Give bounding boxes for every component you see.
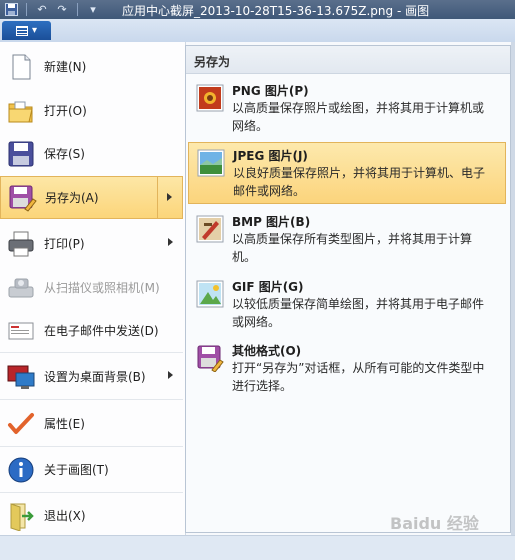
- app-menu-icon: [15, 25, 28, 36]
- menu-divider: [0, 446, 183, 447]
- menu-item-label: 设置为桌面背景(B): [44, 370, 146, 384]
- submenu-item-title: BMP 图片(B): [232, 215, 311, 229]
- ribbon-strip: [0, 19, 515, 43]
- scrollbar[interactable]: [511, 42, 515, 535]
- menu-item-exit[interactable]: 退出(X): [0, 494, 183, 537]
- save-as-other-formats[interactable]: 其他格式(O) 打开“另存为”对话框，从所有可能的文件类型中进行选择。: [188, 338, 506, 398]
- menu-item-label: 属性(E): [44, 417, 85, 431]
- menu-item-save-as[interactable]: 另存为(A): [0, 176, 183, 219]
- submenu-item-title: 其他格式(O): [232, 344, 302, 358]
- redo-icon[interactable]: ↷: [55, 3, 69, 17]
- submenu-item-description: 以高质量保存照片或绘图，并将其用于计算机或网络。: [232, 101, 485, 133]
- menu-item-properties[interactable]: 属性(E): [0, 402, 183, 445]
- menu-item-label: 退出(X): [44, 509, 86, 523]
- submenu-item-title: GIF 图片(G): [232, 280, 304, 294]
- printer-icon: [6, 229, 36, 259]
- save-as-jpeg[interactable]: JPEG 图片(J) 以良好质量保存照片，并将其用于计算机、电子邮件或网络。: [188, 142, 506, 204]
- scanner-icon: [6, 273, 36, 303]
- title-bar: ↶ ↷ ▾ 应用中心截屏_2013-10-28T15-36-13.675Z.pn…: [0, 0, 515, 19]
- bmp-image-icon: [196, 215, 224, 243]
- quick-access-toolbar: ↶ ↷ ▾: [4, 2, 100, 17]
- window-title: 应用中心截屏_2013-10-28T15-36-13.675Z.png - 画图: [122, 4, 430, 18]
- info-icon: [6, 455, 36, 485]
- undo-icon[interactable]: ↶: [35, 3, 49, 17]
- png-image-icon: [196, 84, 224, 112]
- customize-toolbar-icon[interactable]: ▾: [86, 3, 100, 17]
- menu-item-label: 在电子邮件中发送(D): [44, 324, 159, 338]
- exit-icon: [6, 501, 36, 532]
- menu-item-about[interactable]: 关于画图(T): [0, 448, 183, 491]
- submenu-title: 另存为: [194, 55, 231, 69]
- menu-item-email[interactable]: 在电子邮件中发送(D): [0, 309, 183, 352]
- submenu-item-title: JPEG 图片(J): [233, 149, 308, 163]
- desktop-icon: [6, 362, 36, 392]
- checkmark-icon: [6, 409, 36, 439]
- save-as-gif[interactable]: GIF 图片(G) 以较低质量保存简单绘图，并将其用于电子邮件或网络。: [188, 274, 506, 334]
- other-formats-icon: [196, 344, 224, 373]
- save-floppy-icon: [6, 139, 36, 169]
- application-menu: 新建(N) 打开(O) 保存(S) 另存为(A) 打印(P) 从扫描仪或照相机(…: [0, 42, 186, 535]
- toolbar-separator: [26, 3, 27, 16]
- new-document-icon: [6, 52, 36, 82]
- submenu-item-description: 打开“另存为”对话框，从所有可能的文件类型中进行选择。: [232, 361, 485, 393]
- chevron-down-icon: ▾: [31, 25, 38, 36]
- application-menu-button[interactable]: ▾: [2, 21, 51, 40]
- jpeg-image-icon: [197, 149, 225, 177]
- menu-item-label: 打印(P): [44, 237, 85, 251]
- menu-item-label: 关于画图(T): [44, 463, 109, 477]
- menu-item-open[interactable]: 打开(O): [0, 89, 183, 132]
- save-as-bmp[interactable]: BMP 图片(B) 以高质量保存所有类型图片，并将其用于计算机。: [188, 209, 506, 269]
- gif-image-icon: [196, 280, 224, 308]
- submenu-item-title: PNG 图片(P): [232, 84, 309, 98]
- menu-divider: [0, 492, 183, 493]
- menu-item-label: 另存为(A): [45, 191, 99, 205]
- submenu-item-description: 以良好质量保存照片，并将其用于计算机、电子邮件或网络。: [233, 166, 486, 198]
- submenu-item-description: 以较低质量保存简单绘图，并将其用于电子邮件或网络。: [232, 297, 485, 329]
- save-as-icon: [7, 183, 37, 213]
- menu-item-print[interactable]: 打印(P): [0, 222, 183, 265]
- email-icon: [6, 316, 36, 346]
- submenu-item-description: 以高质量保存所有类型图片，并将其用于计算机。: [232, 232, 473, 264]
- open-folder-icon: [6, 96, 36, 126]
- menu-item-label: 打开(O): [44, 104, 87, 118]
- submenu-header: 另存为: [186, 46, 510, 74]
- toolbar-separator: [77, 3, 78, 16]
- chevron-right-icon: [167, 193, 172, 201]
- save-as-submenu: 另存为 PNG 图片(P) 以高质量保存照片或绘图，并将其用于计算机或网络。 J…: [185, 45, 511, 533]
- menu-item-save[interactable]: 保存(S): [0, 132, 183, 175]
- menu-item-label: 新建(N): [44, 60, 87, 74]
- save-as-png[interactable]: PNG 图片(P) 以高质量保存照片或绘图，并将其用于计算机或网络。: [188, 78, 506, 138]
- menu-item-new[interactable]: 新建(N): [0, 45, 183, 88]
- menu-item-label: 从扫描仪或照相机(M): [44, 281, 160, 295]
- watermark: Baidu 经验: [390, 514, 479, 533]
- menu-item-label: 保存(S): [44, 147, 85, 161]
- status-strip: [0, 535, 515, 560]
- chevron-right-icon: [168, 371, 173, 379]
- menu-item-scanner: 从扫描仪或照相机(M): [0, 266, 183, 309]
- save-icon[interactable]: [4, 3, 18, 17]
- menu-divider: [0, 352, 183, 353]
- menu-divider: [0, 399, 183, 400]
- chevron-right-icon: [168, 238, 173, 246]
- menu-item-set-desktop-background[interactable]: 设置为桌面背景(B): [0, 355, 183, 398]
